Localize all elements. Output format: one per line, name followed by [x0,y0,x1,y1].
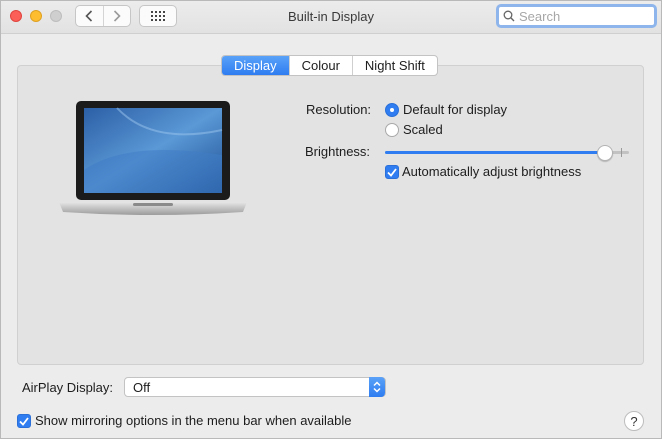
airplay-display-select[interactable]: Off [124,377,386,397]
search-icon [503,10,515,22]
resolution-scaled-radio[interactable] [385,123,399,137]
checkmark-icon [19,416,29,426]
help-button[interactable]: ? [624,411,644,431]
search-field[interactable] [496,4,657,28]
show-mirroring-checkbox[interactable] [17,414,31,428]
airplay-display-value: Off [133,379,151,395]
resolution-scaled-label[interactable]: Scaled [403,122,443,137]
resolution-default-label[interactable]: Default for display [403,102,507,117]
checkmark-icon [387,167,397,177]
brightness-slider-knob[interactable] [596,145,613,161]
brightness-label: Brightness: [305,144,371,159]
laptop-illustration [59,101,247,215]
tab-night-shift[interactable]: Night Shift [351,56,437,75]
tab-bar: Display Colour Night Shift [221,55,438,76]
title-bar: Built-in Display [1,1,661,34]
brightness-slider-track[interactable] [385,151,629,154]
preferences-window: Built-in Display Display Colour Night Sh… [0,0,662,439]
brightness-slider-fill [385,151,605,154]
airplay-display-label: AirPlay Display: [22,380,114,395]
resolution-label: Resolution: [306,102,372,117]
select-arrows-icon [369,377,385,397]
auto-brightness-checkbox[interactable] [385,165,399,179]
show-mirroring-label[interactable]: Show mirroring options in the menu bar w… [35,413,352,428]
search-input[interactable] [519,8,649,24]
tab-display[interactable]: Display [222,56,289,75]
tab-colour[interactable]: Colour [288,56,352,75]
auto-brightness-label[interactable]: Automatically adjust brightness [402,164,581,179]
brightness-slider-tick [621,148,622,157]
resolution-default-radio[interactable] [385,103,399,117]
